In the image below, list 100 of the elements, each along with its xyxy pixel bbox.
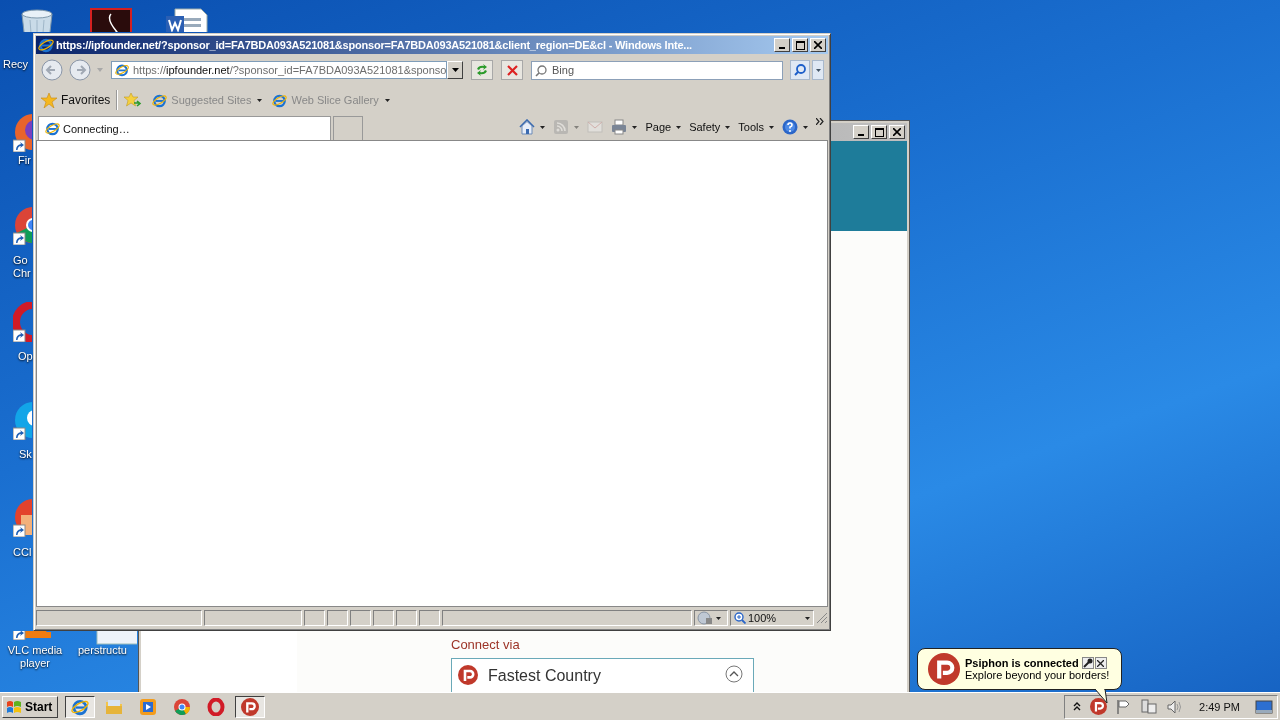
notification-title: Psiphon is connected: [965, 657, 1079, 669]
minimize-button[interactable]: [774, 38, 790, 52]
desktop-icon-label: CCl: [13, 546, 32, 559]
refresh-icon: [475, 64, 489, 76]
star-icon: [41, 92, 57, 108]
ie-icon: [38, 37, 54, 53]
desktop-icon-label: VLC media player: [6, 644, 64, 670]
printer-icon: [611, 119, 628, 135]
folder-icon: [105, 698, 123, 715]
chevron-up-icon: [725, 665, 743, 683]
chrome-icon: [173, 697, 191, 716]
chevron-icon[interactable]: [816, 118, 824, 125]
ie-icon: [45, 121, 60, 136]
search-options-button[interactable]: [812, 60, 824, 80]
mail-icon: [587, 119, 604, 135]
command-menu[interactable]: Safety: [689, 121, 731, 133]
ie-icon: [71, 697, 89, 716]
search-button[interactable]: [790, 60, 810, 80]
search-field[interactable]: Bing: [531, 60, 783, 80]
windows-logo-icon: [6, 699, 22, 714]
desktop-icon-label: Sk: [19, 448, 32, 461]
desktop-icon-label: perstructu: [78, 644, 127, 657]
close-icon: [893, 128, 901, 136]
caret-icon: [815, 68, 821, 72]
psiphon-tray-icon: [1090, 698, 1108, 715]
stop-icon: [506, 64, 518, 76]
psiphon-logo-icon: [928, 653, 960, 685]
caret-icon: [769, 125, 774, 129]
pdf-document-icon[interactable]: [90, 8, 132, 32]
status-pane: [419, 610, 440, 626]
caret-icon: [803, 125, 808, 129]
dropdown-button[interactable]: [447, 61, 463, 79]
show-desktop-icon[interactable]: [1255, 699, 1273, 714]
caret-icon: [384, 98, 390, 102]
ie-icon: [272, 92, 288, 108]
maximize-icon: [874, 127, 884, 137]
command-menu[interactable]: Page: [645, 121, 682, 133]
status-pane: [396, 610, 417, 626]
wrench-icon: [1082, 658, 1093, 668]
status-pane: [304, 610, 325, 626]
network-icon[interactable]: [1141, 698, 1158, 715]
caret-icon: [574, 125, 580, 129]
media-player-icon: [139, 697, 157, 716]
command-menu[interactable]: Tools: [738, 121, 774, 133]
close-icon: [1097, 659, 1105, 667]
caret-icon: [805, 616, 810, 620]
stop-button[interactable]: [501, 60, 523, 80]
status-pane: [327, 610, 348, 626]
caret-icon: [257, 98, 263, 102]
minimize-button[interactable]: [853, 125, 869, 139]
command-button[interactable]: [519, 119, 546, 135]
refresh-button[interactable]: [471, 60, 493, 80]
search-icon: [794, 64, 806, 76]
globe-lock-icon: [697, 611, 713, 625]
settings-button[interactable]: [1081, 657, 1094, 669]
zoom-button[interactable]: 100%: [730, 610, 814, 626]
home-icon: [519, 119, 536, 135]
status-pane: [350, 610, 371, 626]
desktop-icon-label: Fir: [18, 154, 31, 167]
ie-icon: [152, 92, 168, 108]
connect-via-label: Connect via: [451, 637, 521, 652]
maximize-icon: [795, 40, 805, 50]
command-button[interactable]: [782, 119, 808, 135]
start-button[interactable]: Start: [2, 695, 58, 718]
browser-tab[interactable]: Connecting…: [38, 116, 331, 140]
close-button[interactable]: [1094, 657, 1107, 669]
close-icon: [814, 41, 822, 49]
opera-icon[interactable]: [13, 302, 32, 342]
taskbar-app-button[interactable]: [65, 695, 95, 718]
opera-icon: [207, 697, 225, 716]
caret-icon: [725, 125, 731, 129]
chevron-up-icon[interactable]: [1073, 702, 1082, 711]
notification-message: Explore beyond your borders!: [965, 669, 1110, 681]
caret-icon: [451, 68, 459, 72]
word-document-icon[interactable]: [165, 8, 209, 32]
desktop-icon-label: Go Chr: [13, 254, 32, 280]
desktop-icon-label: Op: [18, 350, 33, 363]
caret-icon: [716, 616, 721, 620]
caret-icon: [632, 125, 638, 129]
taskbar-app-button[interactable]: [235, 695, 265, 718]
favorites-button[interactable]: Favorites: [41, 92, 111, 108]
address-field[interactable]: https://ipfounder.net/?sponsor_id=FA7BDA093A521081&sponso: [111, 61, 447, 79]
caret-icon: [540, 125, 546, 129]
maximize-button[interactable]: [871, 125, 887, 139]
window-title: https://ipfounder.net/?sponsor_id=FA7BDA093A521081&sponsor=FA7BDA093A521081&client_region=DE&cl - Windows Inte...: [56, 39, 693, 51]
clock[interactable]: 2:49 PM: [1199, 700, 1240, 713]
resize-grip-icon[interactable]: [816, 612, 828, 624]
help-icon: [782, 119, 798, 135]
zoom-icon: [734, 612, 746, 624]
security-status-button[interactable]: [694, 610, 728, 626]
feed-icon: [553, 119, 570, 135]
command-button[interactable]: [611, 119, 638, 135]
psiphon-logo-icon: [241, 697, 259, 716]
ie-icon: [115, 63, 129, 77]
speaker-icon[interactable]: [1166, 698, 1183, 715]
search-icon: [535, 64, 547, 77]
psiphon-logo-icon: [458, 665, 478, 685]
desktop-icon-label: Recy: [3, 58, 29, 71]
caret-icon: [676, 125, 682, 129]
maximize-button[interactable]: [792, 38, 808, 52]
